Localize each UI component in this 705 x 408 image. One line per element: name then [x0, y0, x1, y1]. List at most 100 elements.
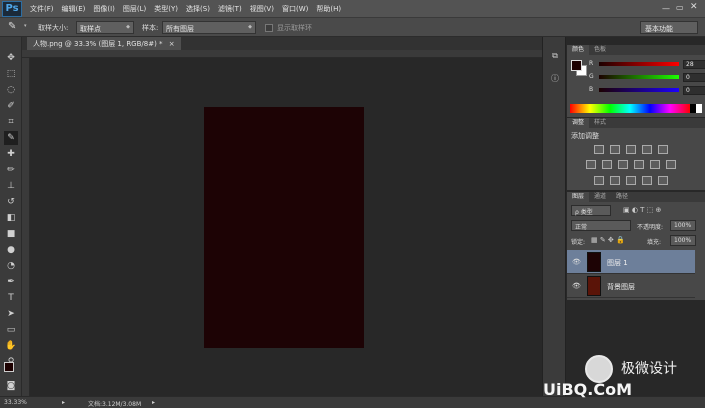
color-foreground-swatch[interactable] [571, 60, 582, 71]
foreground-color-swatch[interactable] [4, 362, 14, 372]
menu-filter[interactable]: 滤镜(T) [218, 4, 242, 14]
posterize-icon[interactable] [610, 176, 620, 185]
fill-field[interactable]: 100% [670, 235, 696, 246]
opacity-field[interactable]: 100% [670, 220, 696, 231]
type-icon[interactable]: T [4, 291, 18, 305]
menu-help[interactable]: 帮助(H) [316, 4, 341, 14]
ruler-vertical[interactable] [22, 58, 30, 396]
selective-color-icon[interactable] [658, 176, 668, 185]
lock-icons[interactable]: ▦ ✎ ✥ 🔒 [591, 236, 625, 244]
menu-layer[interactable]: 图层(L) [123, 4, 146, 14]
curves-icon[interactable] [626, 145, 636, 154]
menu-select[interactable]: 选择(S) [186, 4, 210, 14]
tab-color[interactable]: 颜色 [567, 45, 590, 55]
document-close-icon[interactable]: × [169, 40, 175, 48]
brush-icon[interactable]: ✏ [4, 163, 18, 177]
ruler-horizontal[interactable] [22, 50, 542, 58]
zoom-level[interactable]: 33.33% [4, 399, 27, 406]
layer-row[interactable]: 👁 背景图层 [567, 274, 695, 298]
document-canvas[interactable] [204, 107, 364, 348]
hue-saturation-icon[interactable] [586, 160, 596, 169]
info-panel-icon[interactable]: ⓘ [547, 73, 563, 87]
green-slider[interactable] [599, 75, 679, 79]
exposure-icon[interactable] [642, 145, 652, 154]
blue-slider[interactable] [599, 88, 679, 92]
black-white-ramp[interactable] [690, 104, 702, 113]
move-icon[interactable]: ✥ [4, 51, 18, 65]
tab-channels[interactable]: 通道 [589, 192, 611, 202]
quick-select-icon[interactable]: ✐ [4, 99, 18, 113]
red-slider[interactable] [599, 62, 679, 66]
menu-image[interactable]: 图像(I) [93, 4, 115, 14]
restore-icon[interactable]: ▭ [676, 3, 684, 12]
levels-icon[interactable] [610, 145, 620, 154]
shape-icon[interactable]: ▭ [4, 323, 18, 337]
eyedropper-tool-icon[interactable]: ✎ [4, 131, 18, 145]
sample-size-select[interactable]: 取样点 [76, 21, 134, 34]
menu-type[interactable]: 类型(Y) [154, 4, 178, 14]
marquee-icon[interactable]: ⬚ [4, 67, 18, 81]
menu-window[interactable]: 窗口(W) [282, 4, 308, 14]
document-tab[interactable]: 人物.png @ 33.3% (图层 1, RGB/8#) * × [27, 37, 181, 50]
layer-thumbnail [587, 276, 601, 296]
stamp-icon[interactable]: ⊥ [4, 179, 18, 193]
sample-select[interactable]: 所有图层 [162, 21, 256, 34]
black-white-icon[interactable] [618, 160, 628, 169]
tab-paths[interactable]: 路径 [611, 192, 633, 202]
history-panel-icon[interactable]: ⧉ [547, 51, 563, 65]
hand-icon[interactable]: ✋ [4, 339, 18, 353]
red-value-field[interactable]: 28 [683, 60, 705, 69]
pen-icon[interactable]: ✒ [4, 275, 18, 289]
vibrance-icon[interactable] [658, 145, 668, 154]
color-lookup-icon[interactable] [666, 160, 676, 169]
path-select-icon[interactable]: ➤ [4, 307, 18, 321]
photoshop-logo[interactable]: Ps [2, 0, 22, 17]
eye-icon[interactable]: 👁 [572, 282, 581, 290]
adjustments-panel: 调整 样式 添加调整 [567, 118, 705, 190]
dodge-icon[interactable]: ◔ [4, 259, 18, 273]
green-value-field[interactable]: 0 [683, 73, 705, 82]
menu-edit[interactable]: 编辑(E) [62, 4, 86, 14]
status-menu-icon[interactable]: ▸ [152, 399, 155, 406]
eyedropper-icon[interactable]: ✎ [8, 21, 16, 32]
workspace-select[interactable]: 基本功能 [640, 21, 698, 34]
document-tab-title: 人物.png @ 33.3% (图层 1, RGB/8#) * [33, 40, 163, 48]
history-brush-icon[interactable]: ↺ [4, 195, 18, 209]
color-panel: 颜色 色板 R 28 G 0 B 0 [567, 45, 705, 117]
menu-file[interactable]: 文件(F) [30, 4, 54, 14]
tool-preset-arrow-icon[interactable]: ▾ [24, 23, 27, 29]
show-ring-checkbox[interactable] [265, 24, 273, 32]
channel-mixer-icon[interactable] [650, 160, 660, 169]
close-icon[interactable]: ✕ [690, 2, 698, 12]
quick-mask-icon[interactable]: ◙ [4, 379, 18, 393]
status-arrow-icon[interactable]: ▸ [62, 399, 65, 406]
blend-mode-select[interactable]: 正常 [571, 220, 631, 231]
color-spectrum-bar[interactable] [570, 104, 690, 113]
gradient-icon[interactable]: ■ [4, 227, 18, 241]
blue-value-field[interactable]: 0 [683, 86, 705, 95]
tab-swatches[interactable]: 色板 [589, 45, 611, 55]
color-balance-icon[interactable] [602, 160, 612, 169]
crop-icon[interactable]: ⌗ [4, 115, 18, 129]
eraser-icon[interactable]: ◧ [4, 211, 18, 225]
brightness-icon[interactable] [594, 145, 604, 154]
invert-icon[interactable] [594, 176, 604, 185]
tab-adjustments[interactable]: 调整 [567, 118, 590, 128]
lasso-icon[interactable]: ◌ [4, 83, 18, 97]
photo-filter-icon[interactable] [634, 160, 644, 169]
blur-icon[interactable]: ● [4, 243, 18, 257]
eye-icon[interactable]: 👁 [572, 258, 581, 266]
menu-view[interactable]: 视图(V) [250, 4, 274, 14]
threshold-icon[interactable] [626, 176, 636, 185]
color-panel-header: 颜色 色板 [567, 45, 705, 55]
filter-icons[interactable]: ▣ ◐ T ⬚ ⊕ [623, 206, 661, 214]
minimize-icon[interactable]: — [662, 4, 670, 13]
tab-layers[interactable]: 图层 [567, 192, 590, 202]
options-bar: ✎ ▾ 取样大小: 取样点 样本: 所有图层 显示取样环 基本功能 [0, 18, 705, 37]
tab-styles[interactable]: 样式 [589, 118, 611, 128]
layer-filter-select[interactable]: ρ 类型 [571, 205, 611, 216]
gradient-map-icon[interactable] [642, 176, 652, 185]
layer-row[interactable]: 👁 图层 1 [567, 250, 695, 274]
healing-icon[interactable]: ✚ [4, 147, 18, 161]
red-label: R [589, 60, 594, 67]
